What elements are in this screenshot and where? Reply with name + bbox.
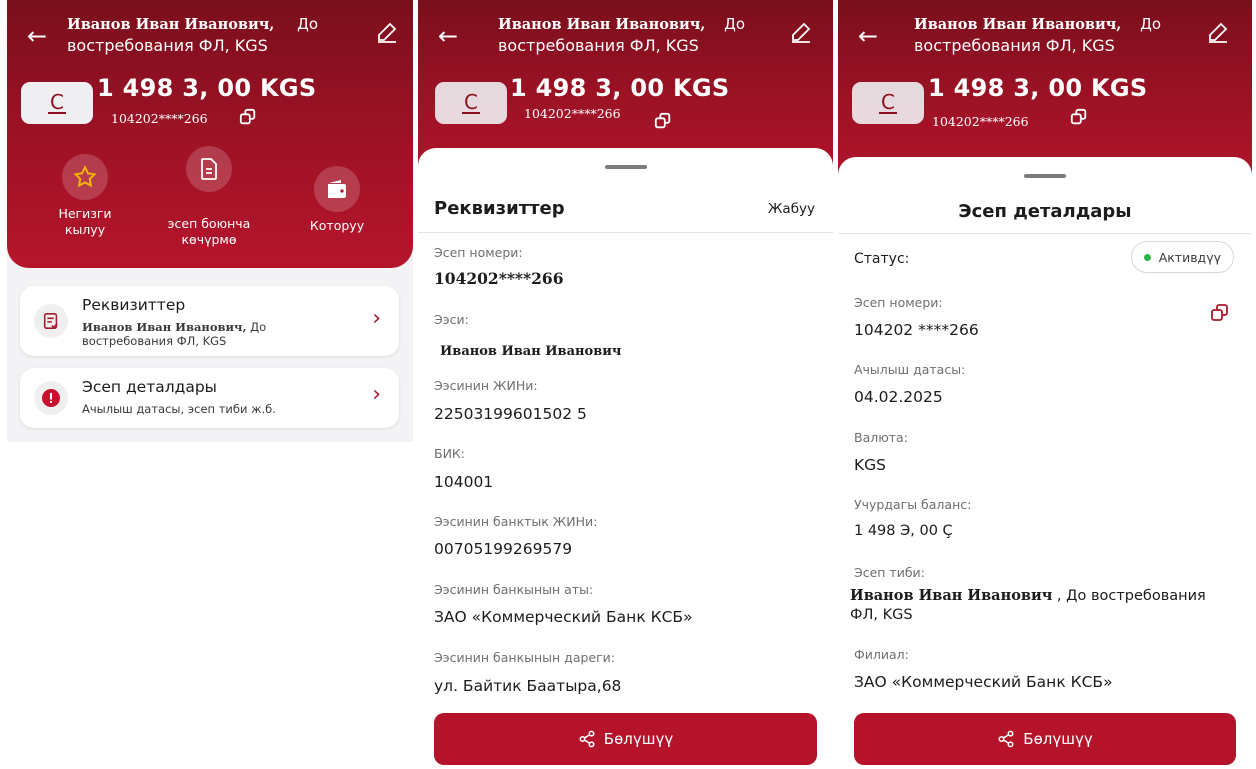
- wallet-icon: [314, 166, 360, 212]
- account-number: 104202****266: [932, 114, 1029, 129]
- account-details-screen: ← Иванов Иван Иванович, До востребования…: [838, 0, 1252, 769]
- account-number-value: 104202 ****266: [854, 321, 979, 339]
- copy-icon[interactable]: [654, 112, 672, 130]
- requisites-screen: ← Иванов Иван Иванович, До востребования…: [418, 0, 833, 769]
- edit-icon[interactable]: [789, 20, 813, 44]
- chevron-right-icon: ›: [372, 382, 381, 407]
- share-button[interactable]: Бөлүшүү: [434, 713, 817, 765]
- account-title: Иванов Иван Иванович, До востребования Ф…: [498, 15, 746, 55]
- chevron-right-icon: ›: [372, 306, 381, 331]
- share-icon: [579, 730, 595, 748]
- sheet-title: Эсеп деталдары: [958, 201, 1132, 222]
- account-number: 104202****266: [111, 111, 208, 126]
- copy-icon[interactable]: [1210, 303, 1230, 323]
- sheet-handle[interactable]: [1024, 174, 1066, 178]
- card-logo: C: [435, 82, 507, 124]
- card-logo: C: [21, 82, 93, 124]
- opening-date-value: 04.02.2025: [854, 388, 943, 406]
- owner-inn-value: 22503199601502 5: [434, 405, 587, 423]
- account-title: Иванов Иван Иванович, До востребования Ф…: [914, 15, 1162, 55]
- account-number-value: 104202****266: [434, 269, 564, 288]
- requisites-icon: [34, 304, 68, 338]
- action-statement[interactable]: эсеп боюнча көчүрмө: [157, 146, 261, 248]
- account-header: ← Иванов Иван Иванович, До востребования…: [7, 0, 413, 268]
- bank-address-value: ул. Байтик Баатыра,68: [434, 677, 622, 695]
- status-badge: Активдүү: [1130, 241, 1234, 273]
- account-type-value: Иванов Иван Иванович , До востребования …: [850, 587, 1206, 623]
- balance-amount: 1 498 3, 00 KGS: [510, 74, 730, 102]
- bank-name-value: ЗАО «Коммерческий Банк КСБ»: [434, 608, 693, 626]
- sheet-title: Реквизиттер: [434, 198, 565, 219]
- account-title: Иванов Иван Иванович, До востребования Ф…: [67, 15, 319, 55]
- bik-value: 104001: [434, 473, 494, 491]
- alert-icon: [34, 381, 68, 415]
- action-transfer[interactable]: Которуу: [297, 166, 377, 234]
- account-details-sheet: Эсеп деталдары Статус: Активдүү Эсеп ном…: [838, 157, 1252, 769]
- copy-icon[interactable]: [239, 108, 257, 126]
- status-label: Статус:: [854, 251, 910, 267]
- star-icon: [62, 154, 108, 200]
- back-arrow-icon[interactable]: ←: [858, 24, 878, 48]
- requisites-sheet: Реквизиттер Жабуу Эсеп номери: 104202***…: [418, 148, 833, 769]
- card-logo: C: [852, 82, 924, 124]
- sheet-handle[interactable]: [604, 165, 647, 169]
- currency-value: KGS: [854, 456, 887, 474]
- account-screen: ← Иванов Иван Иванович, До востребования…: [7, 0, 413, 442]
- close-button[interactable]: Жабуу: [768, 201, 815, 217]
- balance-amount: 1 498 3, 00 KGS: [97, 74, 317, 102]
- owner-value: Иванов Иван Иванович: [440, 344, 622, 359]
- current-balance-value: 1 498 Э, 00 Ç: [854, 523, 953, 539]
- account-number: 104202****266: [524, 106, 621, 121]
- edit-icon[interactable]: [375, 20, 399, 44]
- action-make-main[interactable]: Негизги кылуу: [45, 154, 125, 238]
- menu-requisites[interactable]: Реквизиттер Иванов Иван Иванович, До вос…: [20, 286, 399, 356]
- share-button[interactable]: Бөлүшүү: [854, 713, 1236, 765]
- menu-account-details[interactable]: Эсеп деталдары Ачылыш датасы, эсеп тиби …: [20, 368, 399, 428]
- back-arrow-icon[interactable]: ←: [27, 24, 47, 48]
- share-icon: [998, 730, 1014, 748]
- copy-icon[interactable]: [1070, 108, 1088, 126]
- status-dot-icon: [1143, 253, 1151, 261]
- bank-inn-value: 00705199269579: [434, 540, 573, 558]
- balance-amount: 1 498 3, 00 KGS: [928, 74, 1148, 102]
- branch-value: ЗАО «Коммерческий Банк КСБ»: [854, 673, 1113, 691]
- back-arrow-icon[interactable]: ←: [438, 24, 458, 48]
- edit-icon[interactable]: [1206, 20, 1230, 44]
- document-icon: [186, 146, 232, 192]
